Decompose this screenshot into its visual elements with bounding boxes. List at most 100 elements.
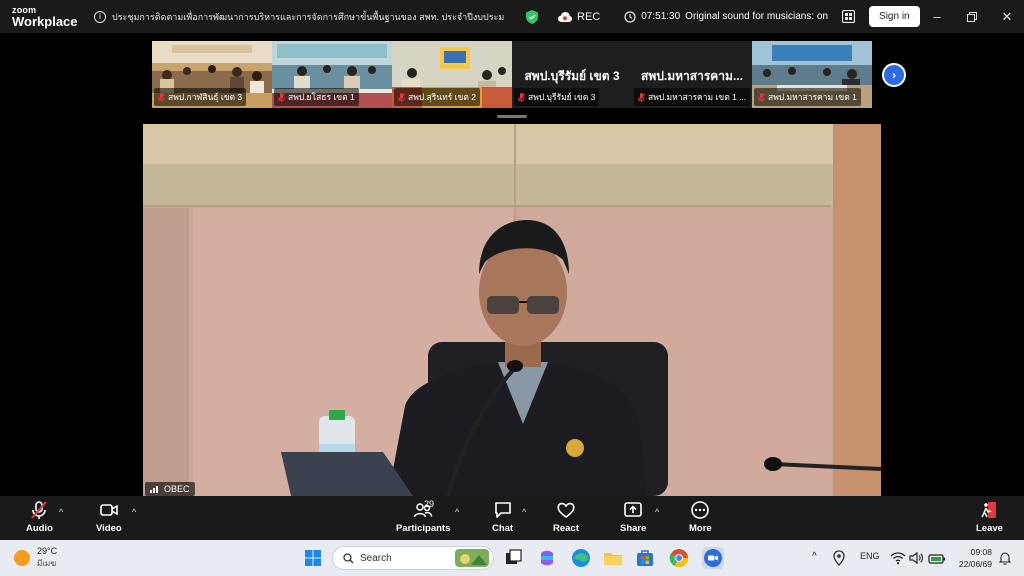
- participant-tile[interactable]: สพป.กาฬสินธุ์ เขต 3: [152, 41, 272, 108]
- file-explorer-icon[interactable]: [602, 547, 624, 569]
- video-camera-icon: [100, 504, 118, 516]
- clock-date: 22/06/69: [958, 559, 992, 570]
- muted-mic-icon: [758, 92, 765, 102]
- taskbar-search[interactable]: Search: [332, 546, 494, 570]
- zoom-app-icon[interactable]: [702, 547, 724, 569]
- microsoft-store-icon[interactable]: [634, 547, 656, 569]
- recording-indicator[interactable]: REC: [558, 11, 600, 23]
- share-button[interactable]: Share: [620, 500, 646, 534]
- muted-mic-icon: [638, 92, 645, 102]
- participants-button[interactable]: 29 Participants: [396, 499, 451, 534]
- close-window-button[interactable]: ✕: [990, 0, 1024, 33]
- windows-taskbar: 29°C มีเมฆ Search ^ ENG 09:08 22/06/69: [0, 540, 1024, 576]
- chat-label: Chat: [492, 523, 514, 534]
- edge-browser-icon[interactable]: [570, 547, 592, 569]
- heart-icon: [557, 502, 575, 518]
- participant-count: 29: [424, 499, 435, 509]
- title-bar: zoom Workplace i ประชุมการติดตามเพื่อการ…: [0, 0, 1024, 33]
- volume-icon[interactable]: [908, 550, 924, 566]
- share-screen-icon: [624, 502, 643, 517]
- audio-button[interactable]: Audio: [26, 500, 53, 534]
- location-icon[interactable]: [830, 549, 848, 567]
- wifi-icon[interactable]: [890, 550, 906, 566]
- muted-mic-icon: [398, 92, 405, 102]
- minimize-button[interactable]: –: [920, 0, 954, 33]
- audio-options-caret[interactable]: ^: [59, 507, 63, 517]
- speaker-video-frame: [143, 124, 881, 496]
- leave-icon: [981, 502, 997, 518]
- react-label: React: [553, 523, 579, 534]
- participant-display-name: สพป.มหาสารคาม...: [641, 69, 743, 83]
- audio-label: Audio: [26, 523, 53, 534]
- weather-widget[interactable]: 29°C มีเมฆ: [14, 546, 57, 570]
- participant-name: สพป.มหาสารคาม เขต 1 ...: [648, 92, 747, 102]
- video-options-caret[interactable]: ^: [132, 507, 136, 517]
- speaker-name-tag: OBEC: [145, 482, 195, 496]
- search-highlight-icon: [455, 549, 489, 567]
- notification-bell-icon[interactable]: [998, 551, 1012, 565]
- restore-icon: [967, 11, 977, 22]
- maximize-button[interactable]: [955, 0, 989, 33]
- participant-name: สพป.ยโสธร เขต 1: [288, 92, 355, 102]
- participant-name-tag: สพป.ยโสธร เขต 1: [274, 88, 359, 106]
- participant-display-name: สพป.บุรีรัมย์ เขต 3: [524, 69, 620, 83]
- meeting-title: ประชุมการติดตามเพื่อการพัฒนาการบริหารและ…: [112, 11, 504, 22]
- weather-temp: 29°C: [37, 546, 58, 556]
- clock-time: 09:08: [970, 547, 992, 557]
- view-grid-icon[interactable]: [842, 10, 856, 23]
- taskbar-clock[interactable]: 09:08 22/06/69: [959, 546, 992, 571]
- participant-name: สพป.สุรินทร์ เขต 2: [408, 92, 476, 102]
- participant-tile[interactable]: สพป.บุรีรัมย์ เขต 3 สพป.บุรีรัมย์ เขต 3: [512, 41, 632, 108]
- info-icon[interactable]: i: [94, 10, 106, 23]
- participant-name: สพป.กาฬสินธุ์ เขต 3: [168, 92, 243, 102]
- timer-text: 07:51:30: [641, 11, 681, 22]
- meeting-controls-toolbar: Audio ^ Video ^ 29 Participants ^ Chat ^…: [0, 496, 1024, 540]
- leave-label: Leave: [976, 523, 1003, 534]
- participant-tile[interactable]: สพป.สุรินทร์ เขต 2: [392, 41, 512, 108]
- leave-button[interactable]: Leave: [976, 500, 1003, 534]
- muted-mic-icon: [518, 92, 525, 102]
- meeting-timer: 07:51:30: [624, 10, 681, 23]
- chat-icon: [494, 502, 511, 518]
- participant-name-tag: สพป.มหาสารคาม เขต 1 ...: [634, 88, 750, 106]
- participant-name-tag: สพป.บุรีรัมย์ เขต 3: [514, 88, 600, 106]
- participant-tile[interactable]: สพป.มหาสารคาม เขต 1: [752, 41, 872, 108]
- share-options-caret[interactable]: ^: [655, 507, 659, 517]
- participants-label: Participants: [396, 523, 451, 534]
- logo-bottom: Workplace: [12, 13, 78, 29]
- muted-mic-icon: [31, 501, 48, 519]
- clock-icon: [624, 10, 636, 23]
- shield-icon[interactable]: [526, 9, 538, 24]
- audio-mode-status[interactable]: Original sound for musicians: on: [685, 11, 828, 22]
- windows-start-icon[interactable]: [302, 547, 324, 569]
- chat-button[interactable]: Chat: [492, 500, 513, 534]
- speaker-name: OBEC: [164, 484, 190, 494]
- search-icon: [343, 552, 354, 563]
- participant-name-tag: สพป.สุรินทร์ เขต 2: [394, 88, 480, 106]
- battery-icon[interactable]: [928, 550, 946, 566]
- search-placeholder: Search: [360, 552, 392, 564]
- filmstrip-resize-handle[interactable]: [497, 115, 527, 118]
- participant-name: สพป.มหาสารคาม เขต 1: [768, 92, 857, 102]
- participant-tile[interactable]: สพป.มหาสารคาม... สพป.มหาสารคาม เขต 1 ...: [632, 41, 752, 108]
- participant-tile[interactable]: สพป.ยโสธร เขต 1: [272, 41, 392, 108]
- show-hidden-icons-chevron[interactable]: ^: [812, 551, 817, 562]
- app-logo: zoom Workplace: [0, 5, 80, 29]
- task-view-icon[interactable]: [502, 547, 524, 569]
- participant-filmstrip: สพป.กาฬสินธุ์ เขต 3 สพป.ยโสธร เขต 1 สพป.…: [152, 41, 872, 108]
- meeting-info[interactable]: i ประชุมการติดตามเพื่อการพัฒนาการบริหารแ…: [94, 10, 504, 24]
- sign-in-button[interactable]: Sign in: [869, 6, 920, 27]
- input-language[interactable]: ENG: [860, 551, 880, 561]
- more-button[interactable]: More: [689, 500, 712, 534]
- main-speaker-video: [143, 124, 881, 496]
- share-label: Share: [620, 523, 647, 534]
- chrome-browser-icon[interactable]: [668, 547, 690, 569]
- chat-options-caret[interactable]: ^: [522, 507, 526, 517]
- participant-name-tag: สพป.กาฬสินธุ์ เขต 3: [154, 88, 247, 106]
- participants-options-caret[interactable]: ^: [455, 507, 459, 517]
- more-label: More: [689, 523, 712, 534]
- copilot-icon[interactable]: [536, 547, 558, 569]
- react-button[interactable]: React: [553, 500, 579, 534]
- filmstrip-next-button[interactable]: ›: [882, 63, 906, 87]
- video-button[interactable]: Video: [96, 500, 122, 534]
